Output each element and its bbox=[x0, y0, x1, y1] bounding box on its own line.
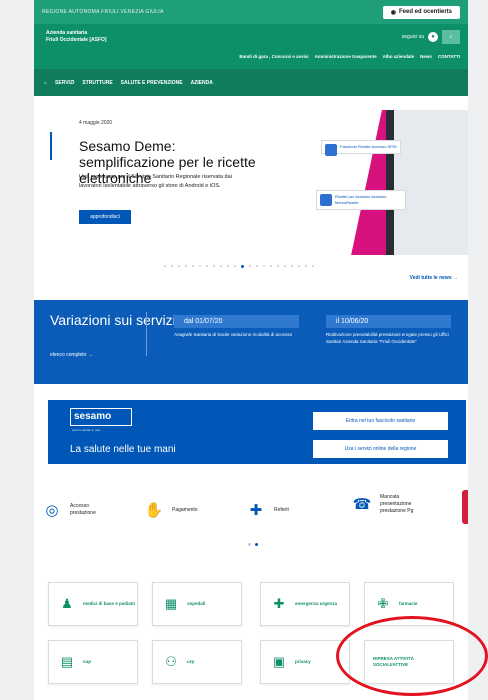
nav-item-azienda[interactable]: AZIENDA bbox=[191, 80, 213, 86]
tile-medici[interactable]: ♟ medici di base e pediatri bbox=[48, 582, 138, 626]
nav-item-salute[interactable]: SALUTE E PREVENZIONE bbox=[121, 80, 183, 86]
change-date: il 10/06/20 bbox=[326, 315, 451, 328]
highlight-circle bbox=[336, 616, 488, 696]
medical-kit-icon: ✚ bbox=[249, 502, 263, 519]
tile-label: urp bbox=[187, 659, 195, 664]
sesamo-tagline: La salute nelle tue mani bbox=[70, 444, 176, 455]
header-link-news[interactable]: News bbox=[420, 54, 432, 59]
lock-icon: ▣ bbox=[272, 654, 286, 669]
brand-line-1: Azienda sanitaria bbox=[46, 30, 88, 36]
health-record-button[interactable]: Entra nel tuo fascicolo sanitario bbox=[313, 412, 448, 430]
see-all-news-link[interactable]: Vedi tutte le news → bbox=[410, 275, 458, 281]
sesamo-logo-subtitle: servizi sanitari in rete bbox=[72, 428, 101, 432]
service-mancata[interactable]: ☎ Mancata presentazione prestazione Pg bbox=[350, 492, 428, 516]
service-label: Accesso prestazione bbox=[70, 503, 96, 516]
change-text: Riattivazione prenotabilità prestazioni … bbox=[326, 332, 449, 344]
header-links: Bandi di gara , Concorsi e avvisi Ammini… bbox=[239, 54, 460, 59]
app-icon bbox=[320, 194, 332, 206]
services-carousel: ◎ Accesso prestazione ✋ Pagamento ✚ Refe… bbox=[34, 490, 468, 550]
change-item[interactable]: il 10/06/20 Riattivazione prenotabilità … bbox=[326, 315, 451, 345]
region-link[interactable]: REGIONE AUTONOMA FRIULI VENEZIA GIULIA bbox=[42, 9, 164, 15]
service-changes: Variazioni sui servizi elenco completo →… bbox=[34, 300, 468, 384]
header-link-bandi[interactable]: Bandi di gara , Concorsi e avvisi bbox=[239, 54, 308, 59]
app-card-1-label: Fascicolo Ricette Accesso SPID bbox=[340, 144, 397, 149]
service-accesso[interactable]: ◎ Accesso prestazione bbox=[40, 498, 115, 522]
people-icon: ⚇ bbox=[165, 654, 177, 669]
full-list-link[interactable]: elenco completo → bbox=[50, 352, 93, 358]
service-referti[interactable]: ✚ Referti bbox=[244, 498, 289, 522]
rss-icon: ◉ bbox=[390, 9, 396, 16]
home-icon[interactable]: ⌂ bbox=[44, 80, 47, 86]
follow-label: seguici su bbox=[401, 34, 424, 40]
news-image: Fascicolo Ricette Accesso SPID Ricette p… bbox=[276, 110, 468, 255]
sesamo-logo: sesamo bbox=[70, 408, 132, 426]
change-item[interactable]: dal 01/07/20 Anagrafe Sanitaria di Sacil… bbox=[174, 315, 299, 338]
social-icon[interactable]: ● bbox=[428, 32, 438, 42]
header-link-albo[interactable]: Albo aziendale bbox=[383, 54, 415, 59]
read-more-button[interactable]: approfondisci bbox=[79, 210, 131, 224]
services-pagination[interactable] bbox=[248, 543, 258, 546]
online-services-button[interactable]: Usa i servizi online della regione bbox=[313, 440, 448, 458]
tile-label: cup bbox=[83, 659, 92, 664]
app-card-2: Ricette per Accesso Accesso MemoRicette bbox=[316, 190, 406, 210]
tile-label: ospedali bbox=[187, 601, 206, 606]
search-button[interactable]: ⌕ bbox=[442, 30, 460, 44]
service-label: Pagamento bbox=[172, 506, 198, 513]
change-text: Anagrafe Sanitaria di Sacile variazione … bbox=[174, 332, 293, 337]
feed-label: Feed ed ocentierts bbox=[398, 9, 452, 15]
carousel-pagination[interactable] bbox=[164, 265, 314, 268]
service-label: Mancata presentazione prestazione Pg bbox=[380, 493, 414, 514]
app-icon bbox=[325, 144, 337, 156]
divider bbox=[146, 312, 147, 356]
brand-line-2: Friuli Occidentale [ASFO] bbox=[46, 37, 107, 43]
nav-item-servizi[interactable]: SERVIZI bbox=[55, 80, 74, 86]
tile-urp[interactable]: ⚇ urp bbox=[152, 640, 242, 684]
next-service-peek[interactable] bbox=[462, 490, 468, 524]
fingerprint-icon: ◎ bbox=[45, 502, 59, 519]
main-nav: ⌂ SERVIZI STRUTTURE SALUTE E PREVENZIONE… bbox=[34, 69, 468, 96]
hand-coin-icon: ✋ bbox=[144, 502, 164, 519]
telephone-icon: ☎ bbox=[352, 496, 372, 513]
nav-item-strutture[interactable]: STRUTTURE bbox=[82, 80, 112, 86]
top-bar: REGIONE AUTONOMA FRIULI VENEZIA GIULIA ◉… bbox=[34, 0, 468, 24]
tile-label: medici di base e pediatri bbox=[83, 601, 136, 606]
ambulance-icon: ✚ bbox=[273, 596, 285, 611]
service-pagamento[interactable]: ✋ Pagamento bbox=[142, 498, 198, 522]
search-icon: ⌕ bbox=[449, 34, 453, 40]
tile-cup[interactable]: ▤ cup bbox=[48, 640, 138, 684]
document-icon: ▤ bbox=[60, 654, 74, 669]
tile-label: farmacie bbox=[399, 601, 418, 606]
app-card-2-label: Ricette per Accesso Accesso MemoRicette bbox=[335, 194, 387, 205]
feed-button[interactable]: ◉ Feed ed ocentierts bbox=[382, 5, 460, 19]
news-carousel: 4 maggio 2020 Sesamo Deme: semplificazio… bbox=[34, 110, 468, 300]
header-tools: seguici su ● ⌕ bbox=[402, 30, 460, 44]
tile-ospedali[interactable]: ▦ ospedali bbox=[152, 582, 242, 626]
header-link-contatti[interactable]: CONTATTI bbox=[438, 54, 460, 59]
sesamo-banner: sesamo servizi sanitari in rete La salut… bbox=[48, 400, 466, 464]
page: REGIONE AUTONOMA FRIULI VENEZIA GIULIA ◉… bbox=[34, 0, 468, 700]
site-brand[interactable]: Azienda sanitaria Friuli Occidentale [AS… bbox=[46, 30, 107, 44]
changes-title: Variazioni sui servizi bbox=[50, 312, 176, 328]
doctor-icon: ♟ bbox=[61, 596, 73, 611]
pharmacy-cross-icon: ✙ bbox=[377, 596, 389, 611]
change-date: dal 01/07/20 bbox=[174, 315, 299, 328]
header-link-trasparenza[interactable]: Amministrazione trasparente bbox=[315, 54, 377, 59]
service-label: Referti bbox=[274, 506, 289, 513]
hospital-icon: ▦ bbox=[164, 596, 178, 611]
app-card-1: Fascicolo Ricette Accesso SPID bbox=[321, 140, 401, 156]
news-description: Una nuova app per il Servizio Sanitario … bbox=[79, 174, 232, 189]
title-accent bbox=[50, 132, 52, 160]
phone-screen bbox=[394, 110, 468, 255]
news-date: 4 maggio 2020 bbox=[79, 120, 113, 126]
tile-emergenza[interactable]: ✚ emergenza urgenza bbox=[260, 582, 350, 626]
site-header: Azienda sanitaria Friuli Occidentale [AS… bbox=[34, 24, 468, 69]
tile-label: emergenza urgenza bbox=[295, 601, 338, 606]
tile-label: privacy bbox=[295, 659, 311, 664]
